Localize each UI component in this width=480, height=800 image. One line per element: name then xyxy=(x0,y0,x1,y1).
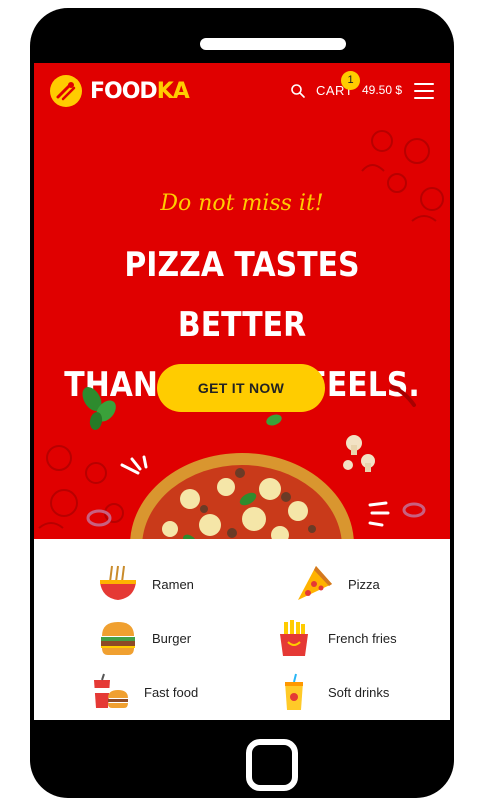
category-label: Burger xyxy=(152,630,192,646)
category-item-burger[interactable]: Burger xyxy=(98,618,191,658)
get-it-now-button[interactable]: GET IT NOW xyxy=(157,364,325,412)
basil-leaf-decoration xyxy=(82,387,116,430)
category-item-pizza[interactable]: Pizza xyxy=(294,564,380,604)
category-label: Pizza xyxy=(348,576,380,592)
brand-name-main: FOOD xyxy=(90,78,158,104)
home-button[interactable] xyxy=(246,739,298,791)
soft-drink-icon xyxy=(285,673,303,710)
category-label: Fast food xyxy=(144,684,199,700)
cart-count-badge: 1 xyxy=(341,71,360,90)
category-item-ramen[interactable]: Ramen xyxy=(98,564,194,604)
fast-food-icon xyxy=(94,673,128,708)
category-item-french-fries[interactable]: French fries xyxy=(274,618,397,658)
category-label: Ramen xyxy=(152,576,194,592)
brand-name: FOODKA xyxy=(90,78,190,104)
brand-name-accent: KA xyxy=(156,78,190,104)
chili-decoration xyxy=(390,385,416,407)
cart-total[interactable]: 49.50 $ xyxy=(362,83,402,97)
hero-tagline: Do not miss it! xyxy=(160,191,324,216)
pizza-slice-icon xyxy=(298,566,332,600)
category-list: Ramen Pizza Burger French fries Fast foo… xyxy=(34,539,450,720)
onion-decoration xyxy=(402,502,426,518)
menu-icon[interactable] xyxy=(414,83,434,99)
hero-headline-line1: PIZZA TASTES BETTER xyxy=(124,245,360,345)
basil-leaf-decoration xyxy=(266,414,282,426)
category-item-soft-drinks[interactable]: Soft drinks xyxy=(274,672,389,712)
french-fries-icon xyxy=(280,620,308,656)
hero-section: FOODKA CART 1 49.50 $ Do not miss it! PI… xyxy=(34,63,450,539)
brand-logo[interactable]: FOODKA xyxy=(50,75,190,107)
pizza-image xyxy=(130,453,354,539)
screen: FOODKA CART 1 49.50 $ Do not miss it! PI… xyxy=(34,63,450,720)
logo-icon xyxy=(50,75,82,107)
category-label: Soft drinks xyxy=(328,684,390,700)
onion-decoration xyxy=(86,509,112,527)
search-icon[interactable] xyxy=(290,83,306,99)
category-item-fast-food[interactable]: Fast food xyxy=(90,672,198,712)
ramen-icon xyxy=(100,565,136,600)
category-label: French fries xyxy=(328,630,397,646)
burger-icon xyxy=(101,622,135,655)
phone-speaker xyxy=(200,38,346,50)
sparkle-decoration xyxy=(368,501,390,527)
